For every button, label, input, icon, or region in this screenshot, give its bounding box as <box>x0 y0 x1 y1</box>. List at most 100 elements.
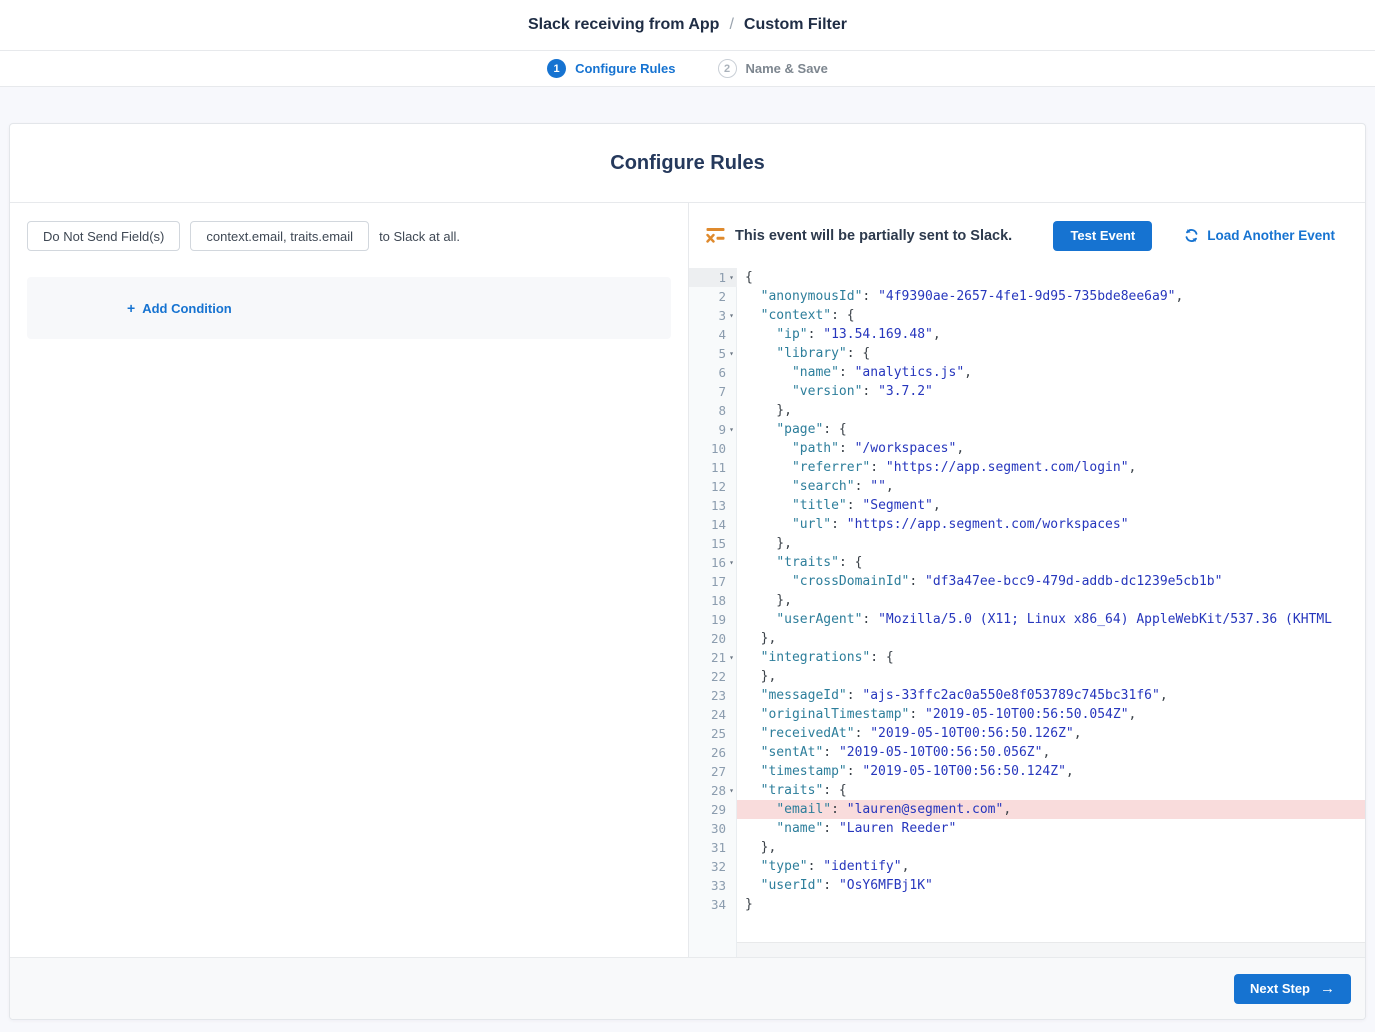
fold-toggle-icon[interactable]: ▾ <box>726 268 737 287</box>
code-line: 21▾ "integrations": { <box>689 648 1365 667</box>
code-line: 4 "ip": "13.54.169.48", <box>689 325 1365 344</box>
code-text: "traits": { <box>737 553 1365 572</box>
code-line: 3▾ "context": { <box>689 306 1365 325</box>
json-event-viewer[interactable]: 1▾{2 "anonymousId": "4f9390ae-2657-4fe1-… <box>689 268 1365 957</box>
rule-suffix-text: to Slack at all. <box>379 229 460 244</box>
code-line: 34} <box>689 895 1365 914</box>
fold-toggle-icon[interactable]: ▾ <box>726 420 737 439</box>
card-title-row: Configure Rules <box>10 124 1365 203</box>
line-number: 15 <box>711 534 726 553</box>
breadcrumb-separator: / <box>729 16 733 34</box>
line-gutter: 14 <box>689 515 737 534</box>
step-name-and-save[interactable]: 2 Name & Save <box>718 59 828 78</box>
line-number: 8 <box>718 401 726 420</box>
code-text: }, <box>737 401 1365 420</box>
code-text: "crossDomainId": "df3a47ee-bcc9-479d-add… <box>737 572 1365 591</box>
code-line: 24 "originalTimestamp": "2019-05-10T00:5… <box>689 705 1365 724</box>
line-gutter: 28▾ <box>689 781 737 800</box>
line-number: 34 <box>711 895 726 914</box>
line-gutter: 30 <box>689 819 737 838</box>
code-line: 11 "referrer": "https://app.segment.com/… <box>689 458 1365 477</box>
code-text: "sentAt": "2019-05-10T00:56:50.056Z", <box>737 743 1365 762</box>
code-text: "userId": "OsY6MFBj1K" <box>737 876 1365 895</box>
code-line: 15 }, <box>689 534 1365 553</box>
event-preview-pane: This event will be partially sent to Sla… <box>689 203 1365 957</box>
line-number: 21 <box>711 648 726 667</box>
fold-toggle-icon[interactable]: ▾ <box>726 781 737 800</box>
line-gutter: 15 <box>689 534 737 553</box>
code-line: 29 "email": "lauren@segment.com", <box>689 800 1365 819</box>
test-event-button[interactable]: Test Event <box>1053 221 1152 251</box>
line-number: 20 <box>711 629 726 648</box>
line-gutter: 3▾ <box>689 306 737 325</box>
code-text: "url": "https://app.segment.com/workspac… <box>737 515 1365 534</box>
code-line: 22 }, <box>689 667 1365 686</box>
code-line: 7 "version": "3.7.2" <box>689 382 1365 401</box>
step-configure-rules[interactable]: 1 Configure Rules <box>547 59 675 78</box>
line-gutter: 20 <box>689 629 737 648</box>
line-gutter: 10 <box>689 439 737 458</box>
breadcrumb-current-page: Custom Filter <box>744 16 847 34</box>
line-gutter: 23 <box>689 686 737 705</box>
code-line: 31 }, <box>689 838 1365 857</box>
line-gutter: 11 <box>689 458 737 477</box>
line-number: 1 <box>718 268 726 287</box>
partial-send-icon <box>706 228 725 243</box>
next-step-label: Next Step <box>1250 981 1310 996</box>
line-gutter: 4 <box>689 325 737 344</box>
code-line: 10 "path": "/workspaces", <box>689 439 1365 458</box>
page-title: Configure Rules <box>610 152 764 175</box>
add-condition-label: Add Condition <box>142 301 232 316</box>
rule-fields-button[interactable]: context.email, traits.email <box>190 221 369 251</box>
rule-action-button[interactable]: Do Not Send Field(s) <box>27 221 180 251</box>
code-text: } <box>737 895 1365 914</box>
fold-toggle-icon[interactable]: ▾ <box>726 648 737 667</box>
code-text: "ip": "13.54.169.48", <box>737 325 1365 344</box>
line-number: 24 <box>711 705 726 724</box>
line-number: 17 <box>711 572 726 591</box>
code-text: "name": "analytics.js", <box>737 363 1365 382</box>
code-line: 13 "title": "Segment", <box>689 496 1365 515</box>
line-gutter: 2 <box>689 287 737 306</box>
code-line: 16▾ "traits": { <box>689 553 1365 572</box>
fold-toggle-icon[interactable]: ▾ <box>726 344 737 363</box>
line-gutter: 26 <box>689 743 737 762</box>
code-text: "referrer": "https://app.segment.com/log… <box>737 458 1365 477</box>
code-text: "userAgent": "Mozilla/5.0 (X11; Linux x8… <box>737 610 1365 629</box>
stepper-bar: 1 Configure Rules 2 Name & Save <box>0 51 1375 87</box>
code-text: }, <box>737 667 1365 686</box>
line-gutter: 17 <box>689 572 737 591</box>
fold-toggle-icon[interactable]: ▾ <box>726 553 737 572</box>
fold-toggle-icon[interactable]: ▾ <box>726 306 737 325</box>
code-text: "type": "identify", <box>737 857 1365 876</box>
next-step-button[interactable]: Next Step → <box>1234 974 1351 1004</box>
code-text: "messageId": "ajs-33ffc2ac0a550e8f053789… <box>737 686 1365 705</box>
refresh-icon <box>1184 228 1199 243</box>
top-header-bar: Slack receiving from App / Custom Filter <box>0 0 1375 51</box>
line-gutter: 7 <box>689 382 737 401</box>
load-another-event-link[interactable]: Load Another Event <box>1184 228 1335 243</box>
code-text: "name": "Lauren Reeder" <box>737 819 1365 838</box>
line-gutter: 9▾ <box>689 420 737 439</box>
line-number: 31 <box>711 838 726 857</box>
code-line: 18 }, <box>689 591 1365 610</box>
line-gutter: 27 <box>689 762 737 781</box>
code-line: 23 "messageId": "ajs-33ffc2ac0a550e8f053… <box>689 686 1365 705</box>
line-number: 28 <box>711 781 726 800</box>
line-number: 14 <box>711 515 726 534</box>
line-number: 29 <box>711 800 726 819</box>
code-line: 19 "userAgent": "Mozilla/5.0 (X11; Linux… <box>689 610 1365 629</box>
line-number: 9 <box>718 420 726 439</box>
add-condition-box: + Add Condition <box>27 277 671 339</box>
line-gutter: 32 <box>689 857 737 876</box>
code-text: "traits": { <box>737 781 1365 800</box>
code-line: 14 "url": "https://app.segment.com/works… <box>689 515 1365 534</box>
code-line: 2 "anonymousId": "4f9390ae-2657-4fe1-9d9… <box>689 287 1365 306</box>
rule-condition-row: Do Not Send Field(s) context.email, trai… <box>27 221 671 251</box>
breadcrumb-destination[interactable]: Slack receiving from App <box>528 16 719 34</box>
horizontal-scrollbar[interactable] <box>737 942 1365 957</box>
line-number: 6 <box>718 363 726 382</box>
rule-config-pane: Do Not Send Field(s) context.email, trai… <box>10 203 689 957</box>
line-gutter: 22 <box>689 667 737 686</box>
add-condition-button[interactable]: + Add Condition <box>127 300 232 316</box>
